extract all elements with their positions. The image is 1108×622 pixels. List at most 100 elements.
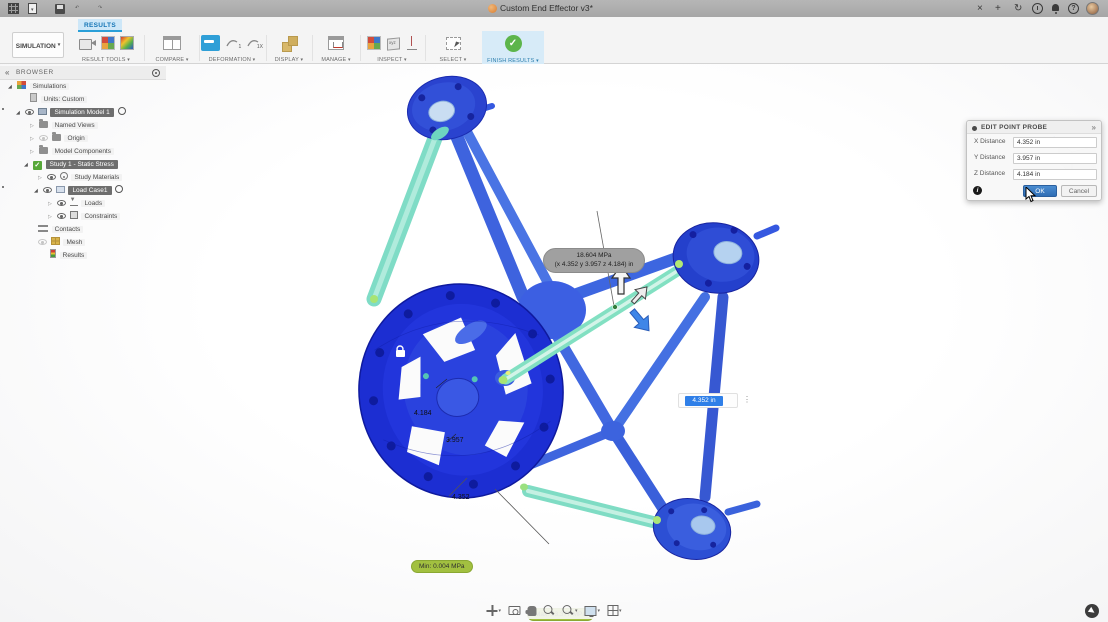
user-avatar[interactable] <box>1086 1 1099 15</box>
document-status-icon <box>488 4 497 13</box>
tree-item-named-views[interactable]: Named Views <box>0 119 166 132</box>
visibility-eye-icon[interactable] <box>42 187 52 193</box>
tree-item-model-components[interactable]: Model Components <box>0 145 166 158</box>
tree-item-load-case[interactable]: Load Case1 <box>0 184 166 197</box>
animate-results-icon[interactable] <box>78 37 96 50</box>
cancel-button[interactable]: Cancel <box>1061 185 1097 197</box>
inspect-results-icon[interactable] <box>366 36 381 50</box>
tree-item-study[interactable]: Study 1 - Static Stress <box>0 158 166 171</box>
visibility-eye-off-icon[interactable] <box>38 135 48 141</box>
display-settings-tool[interactable] <box>584 605 601 617</box>
deformation-scaled-icon[interactable]: 1X <box>246 36 263 50</box>
visibility-eye-off-icon[interactable] <box>37 239 47 245</box>
measure-icon[interactable] <box>406 36 418 50</box>
dialog-header[interactable]: EDIT POINT PROBE <box>967 121 1101 134</box>
orbit-tool[interactable] <box>486 605 501 616</box>
manage-settings-icon[interactable] <box>328 36 344 50</box>
group-label-deformation[interactable]: DEFORMATION <box>201 57 263 63</box>
tree-item-units[interactable]: Units: Custom <box>0 93 166 106</box>
display-settings-screen-icon <box>584 605 597 617</box>
new-tab-icon[interactable] <box>995 2 1001 15</box>
group-label-result-tools[interactable]: RESULT TOOLS <box>70 57 142 63</box>
deformation-scaled-label: 1X <box>256 44 264 50</box>
units-icon <box>29 93 37 102</box>
drag-handle-dots-icon[interactable] <box>743 395 751 404</box>
min-stress-badge: Min: 0.004 MPa <box>411 560 473 573</box>
look-at-icon <box>507 606 520 615</box>
job-status-clock-icon[interactable] <box>1032 3 1043 14</box>
viewport-canvas[interactable]: 18.604 MPa (x 4.352 y 3.957 z 4.184) in … <box>0 64 1108 622</box>
file-menu-icon[interactable] <box>28 3 37 14</box>
info-icon[interactable] <box>973 186 982 195</box>
tree-item-loads[interactable]: Loads <box>0 194 166 211</box>
tree-item-contacts[interactable]: Contacts <box>0 223 166 236</box>
caret-icon <box>575 608 578 614</box>
visibility-eye-icon[interactable] <box>24 109 34 115</box>
inspect-cube-icon[interactable] <box>386 36 401 50</box>
dim-label-x: 4.352 <box>452 494 470 501</box>
expand-icon[interactable] <box>34 185 41 198</box>
display-blocks-icon[interactable] <box>281 36 298 52</box>
tree-item-origin[interactable]: Origin <box>0 132 166 145</box>
deformation-active-icon[interactable] <box>201 35 220 51</box>
expand-icon[interactable] <box>8 81 15 94</box>
redo-icon[interactable] <box>96 2 102 15</box>
collapse-icon[interactable] <box>30 120 37 133</box>
tree-item-results[interactable]: Results <box>0 249 166 262</box>
tree-item-mesh[interactable]: Mesh <box>0 236 166 249</box>
model-right-flange <box>672 222 760 294</box>
collapse-icon[interactable] <box>48 211 55 224</box>
result-details-icon[interactable] <box>100 36 115 50</box>
select-tool-icon[interactable] <box>445 36 461 50</box>
grid-layout-tool[interactable] <box>607 605 622 616</box>
sync-icon[interactable] <box>1014 2 1022 15</box>
app-grid-icon[interactable] <box>8 3 19 14</box>
dim-label-y: 3.957 <box>446 437 464 444</box>
tree-item-simulation-model[interactable]: Simulation Model 1 <box>0 106 166 119</box>
collapse-icon[interactable] <box>38 172 45 185</box>
deformation-actual-icon[interactable]: 1 <box>225 36 241 50</box>
group-label-select[interactable]: SELECT <box>427 57 479 63</box>
group-label-display[interactable]: DISPLAY <box>268 57 310 63</box>
x-distance-input[interactable] <box>1013 136 1097 148</box>
group-compare: COMPARE <box>147 31 197 63</box>
look-at-tool[interactable] <box>507 606 520 615</box>
expand-icon[interactable] <box>24 159 31 172</box>
z-distance-input[interactable] <box>1013 168 1097 180</box>
collapse-icon[interactable] <box>30 133 37 146</box>
display-state-icon[interactable] <box>117 107 126 115</box>
tree-label: Origin <box>64 135 88 142</box>
probe-distance-input[interactable]: 4.352 in <box>685 396 723 406</box>
tree-item-study-materials[interactable]: Study Materials <box>0 171 166 184</box>
group-label-inspect[interactable]: INSPECT <box>362 57 422 63</box>
visibility-eye-icon[interactable] <box>56 213 66 219</box>
probe-tooltip: 18.604 MPa (x 4.352 y 3.957 z 4.184) in <box>543 248 645 273</box>
group-label-manage[interactable]: MANAGE <box>314 57 358 63</box>
display-settings-icon[interactable] <box>152 69 160 77</box>
job-status-icon[interactable] <box>1085 604 1099 618</box>
workspace-selector[interactable]: SIMULATION <box>12 32 64 58</box>
close-tab-icon[interactable] <box>977 2 983 15</box>
visibility-eye-icon[interactable] <box>46 174 56 180</box>
probe-point[interactable] <box>612 304 618 310</box>
zoom-window-tool[interactable] <box>561 604 578 617</box>
pan-tool[interactable] <box>524 605 536 616</box>
save-icon[interactable] <box>55 3 65 14</box>
finish-results-button[interactable]: FINISH RESULTS <box>482 31 544 64</box>
help-icon[interactable] <box>1068 3 1079 14</box>
contour-plot-icon[interactable] <box>119 36 134 50</box>
tree-item-simulations[interactable]: Simulations <box>0 80 166 93</box>
expand-icon[interactable] <box>16 107 23 120</box>
tree-item-constraints[interactable]: Constraints <box>0 210 166 223</box>
undo-icon[interactable] <box>73 2 79 15</box>
zoom-tool[interactable] <box>542 604 555 617</box>
visibility-eye-icon[interactable] <box>56 200 66 206</box>
notifications-bell-icon[interactable] <box>1050 3 1061 14</box>
group-label-compare[interactable]: COMPARE <box>147 57 197 63</box>
collapse-icon[interactable] <box>48 198 55 211</box>
collapse-icon[interactable] <box>30 146 37 159</box>
display-state-icon[interactable] <box>115 185 124 193</box>
y-distance-input[interactable] <box>1013 152 1097 164</box>
compare-icon[interactable] <box>163 36 181 50</box>
mouse-cursor <box>1025 187 1037 203</box>
